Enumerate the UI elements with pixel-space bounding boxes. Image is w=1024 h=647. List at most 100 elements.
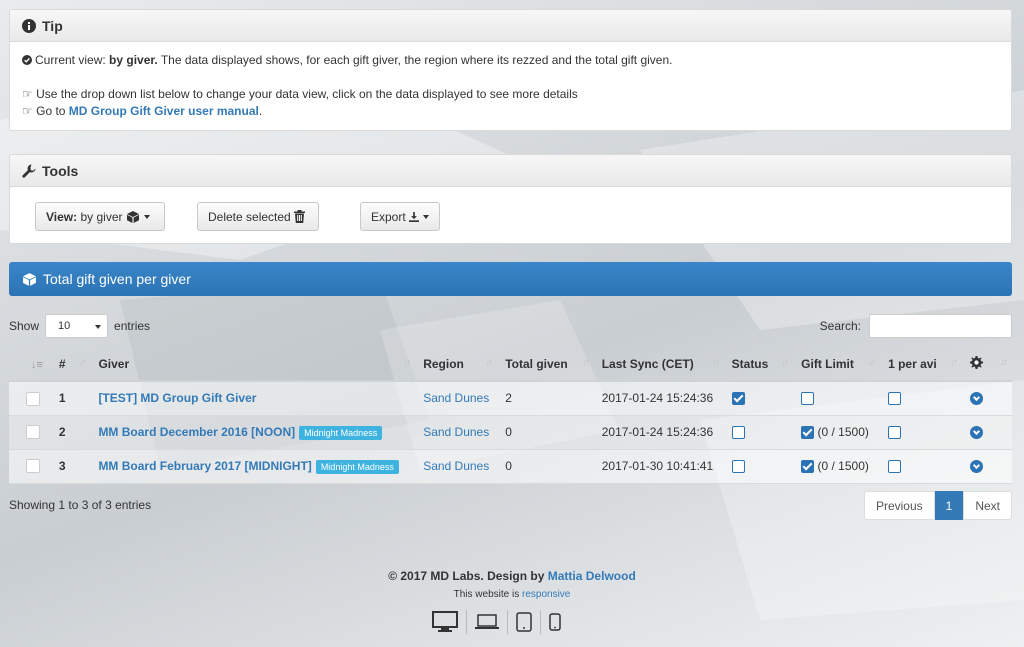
status-checkbox[interactable] — [731, 392, 745, 406]
total-given: 0 — [505, 425, 512, 439]
region-link[interactable]: Sand Dunes — [423, 391, 489, 405]
phone-icon — [541, 610, 569, 634]
region-link[interactable]: Sand Dunes — [423, 459, 489, 473]
total-given: 2 — [505, 391, 512, 406]
per-avi-checkbox[interactable] — [888, 392, 902, 406]
giver-link[interactable]: [TEST] MD Group Gift Giver — [98, 391, 256, 405]
table-row[interactable]: 1 [TEST] MD Group Gift Giver Sand Dunes … — [9, 381, 1012, 416]
row-num: 3 — [58, 459, 66, 473]
show-entries: Show 10 entries — [9, 314, 150, 338]
next-button[interactable]: Next — [963, 491, 1012, 520]
limit-checkbox[interactable] — [801, 426, 815, 440]
header-status[interactable]: Status ↓↑ — [723, 347, 794, 382]
sort-icon: ↓↑ — [485, 357, 493, 368]
trash-icon — [294, 210, 306, 223]
responsive-note: This website is responsive — [453, 589, 571, 600]
caret-down-icon — [423, 214, 429, 219]
table-row[interactable]: 2 MM Board December 2016 [NOON] Midnight … — [9, 415, 1012, 450]
row-num: 1 — [58, 391, 66, 406]
chevron-down-icon — [95, 325, 102, 329]
tablet-icon — [508, 610, 541, 634]
caret-down-icon — [143, 214, 150, 219]
header-sync[interactable]: Last Sync (CET) ↓↑ — [593, 347, 724, 382]
tools-panel: Tools View: by giver Delete selected Exp… — [9, 154, 1012, 244]
status-checkbox[interactable] — [731, 426, 745, 440]
total-given: 0 — [505, 459, 512, 473]
designer-link[interactable]: Mattia Delwood — [548, 569, 636, 583]
header-settings[interactable]: ↓↑ — [961, 347, 1012, 382]
sort-icon: ↓↑ — [581, 357, 590, 368]
sort-icon: ↓↑ — [949, 357, 958, 368]
laptop-icon — [467, 610, 508, 634]
table-info: Showing 1 to 3 of 3 entries — [9, 498, 152, 512]
check-circle-icon — [22, 55, 32, 65]
responsive-link[interactable]: responsive — [522, 589, 570, 600]
row-num: 2 — [58, 425, 66, 439]
header-select[interactable]: ↓≡ — [9, 347, 51, 382]
cube-icon — [126, 210, 139, 223]
wrench-icon — [22, 164, 36, 178]
per-avi-checkbox[interactable] — [888, 426, 902, 440]
last-sync: 2017-01-30 10:41:41 — [601, 459, 714, 473]
limit-checkbox[interactable] — [801, 392, 815, 406]
sort-icon: ↓↑ — [781, 357, 789, 368]
tip-body: Current view: by giver. The data display… — [10, 42, 1011, 130]
tools-title: Tools — [42, 162, 79, 179]
header-limit[interactable]: Gift Limit ↓↑ — [793, 347, 881, 382]
search-area: Search: — [820, 314, 1012, 338]
cube-icon — [23, 272, 36, 286]
footer: © 2017 MD Labs. Design by Mattia Delwood… — [0, 569, 1024, 600]
row-select-checkbox[interactable] — [26, 425, 40, 440]
info-icon — [22, 18, 36, 33]
previous-button[interactable]: Previous — [863, 491, 935, 520]
device-icons — [424, 610, 569, 634]
sort-asc-icon: ↓≡ — [31, 358, 43, 371]
chevron-down-circle-icon[interactable] — [969, 392, 983, 406]
page-1-button[interactable]: 1 — [934, 491, 964, 520]
row-select-checkbox[interactable] — [26, 391, 40, 406]
gear-icon — [969, 355, 983, 369]
limit-checkbox[interactable] — [801, 460, 815, 474]
delete-selected-button[interactable]: Delete selected — [197, 202, 319, 231]
hand-pointer-icon: ☞ — [22, 104, 33, 118]
user-manual-link[interactable]: MD Group Gift Giver user manual — [69, 104, 259, 118]
header-giver[interactable]: Giver ↓↑ — [90, 347, 416, 382]
sort-icon: ↓↑ — [868, 357, 876, 368]
limit-value: (0 / 1500) — [817, 424, 869, 439]
chevron-down-circle-icon[interactable] — [969, 426, 983, 440]
header-per-avi[interactable]: 1 per avi ↓↑ — [880, 347, 962, 382]
giver-badge: Midnight Madness — [299, 426, 383, 440]
limit-value: (0 / 1500) — [817, 458, 869, 473]
sort-icon: ↓↑ — [711, 357, 720, 368]
tip-line-view: Current view: by giver. The data display… — [22, 52, 999, 69]
view-dropdown-button[interactable]: View: by giver — [35, 202, 165, 231]
header-region[interactable]: Region ↓↑ — [415, 347, 498, 382]
header-num[interactable]: # ↓↑ — [50, 347, 91, 382]
table-row[interactable]: 3 MM Board February 2017 [MIDNIGHT] Midni… — [9, 449, 1012, 484]
export-dropdown-button[interactable]: Export — [360, 202, 440, 231]
sort-icon: ↓↑ — [403, 357, 411, 368]
header-total[interactable]: Total given ↓↑ — [497, 347, 594, 382]
last-sync: 2017-01-24 15:24:36 — [601, 391, 714, 406]
per-avi-checkbox[interactable] — [888, 460, 902, 474]
sort-icon: ↓↑ — [78, 357, 86, 368]
table-header-row: ↓≡ # ↓↑ Giver ↓↑ Region ↓↑ Total given ↓↑ La… — [9, 347, 1012, 382]
last-sync: 2017-01-24 15:24:36 — [601, 425, 714, 439]
sort-icon: ↓↑ — [1000, 357, 1008, 368]
tools-heading: Tools — [10, 155, 1011, 187]
entries-select[interactable]: 10 — [45, 314, 109, 338]
pagination: Previous 1 Next — [863, 491, 1012, 520]
row-select-checkbox[interactable] — [26, 459, 40, 474]
status-checkbox[interactable] — [731, 460, 745, 474]
search-input[interactable] — [869, 314, 1012, 338]
copyright: © 2017 MD Labs. Design by Mattia Delwood — [388, 569, 636, 583]
giver-link[interactable]: MM Board December 2016 [NOON] — [98, 425, 295, 439]
tip-line-dropdown: ☞ Use the drop down list below to change… — [22, 87, 578, 101]
hand-pointer-icon: ☞ — [22, 87, 33, 101]
section-header: Total gift given per giver — [9, 262, 1012, 296]
region-link[interactable]: Sand Dunes — [423, 425, 489, 439]
tip-panel: Tip Current view: by giver. The data dis… — [9, 9, 1012, 131]
chevron-down-circle-icon[interactable] — [969, 460, 983, 474]
tip-line-manual: ☞ Go to MD Group Gift Giver user manual. — [22, 104, 263, 118]
giver-link[interactable]: MM Board February 2017 [MIDNIGHT] — [98, 459, 311, 473]
